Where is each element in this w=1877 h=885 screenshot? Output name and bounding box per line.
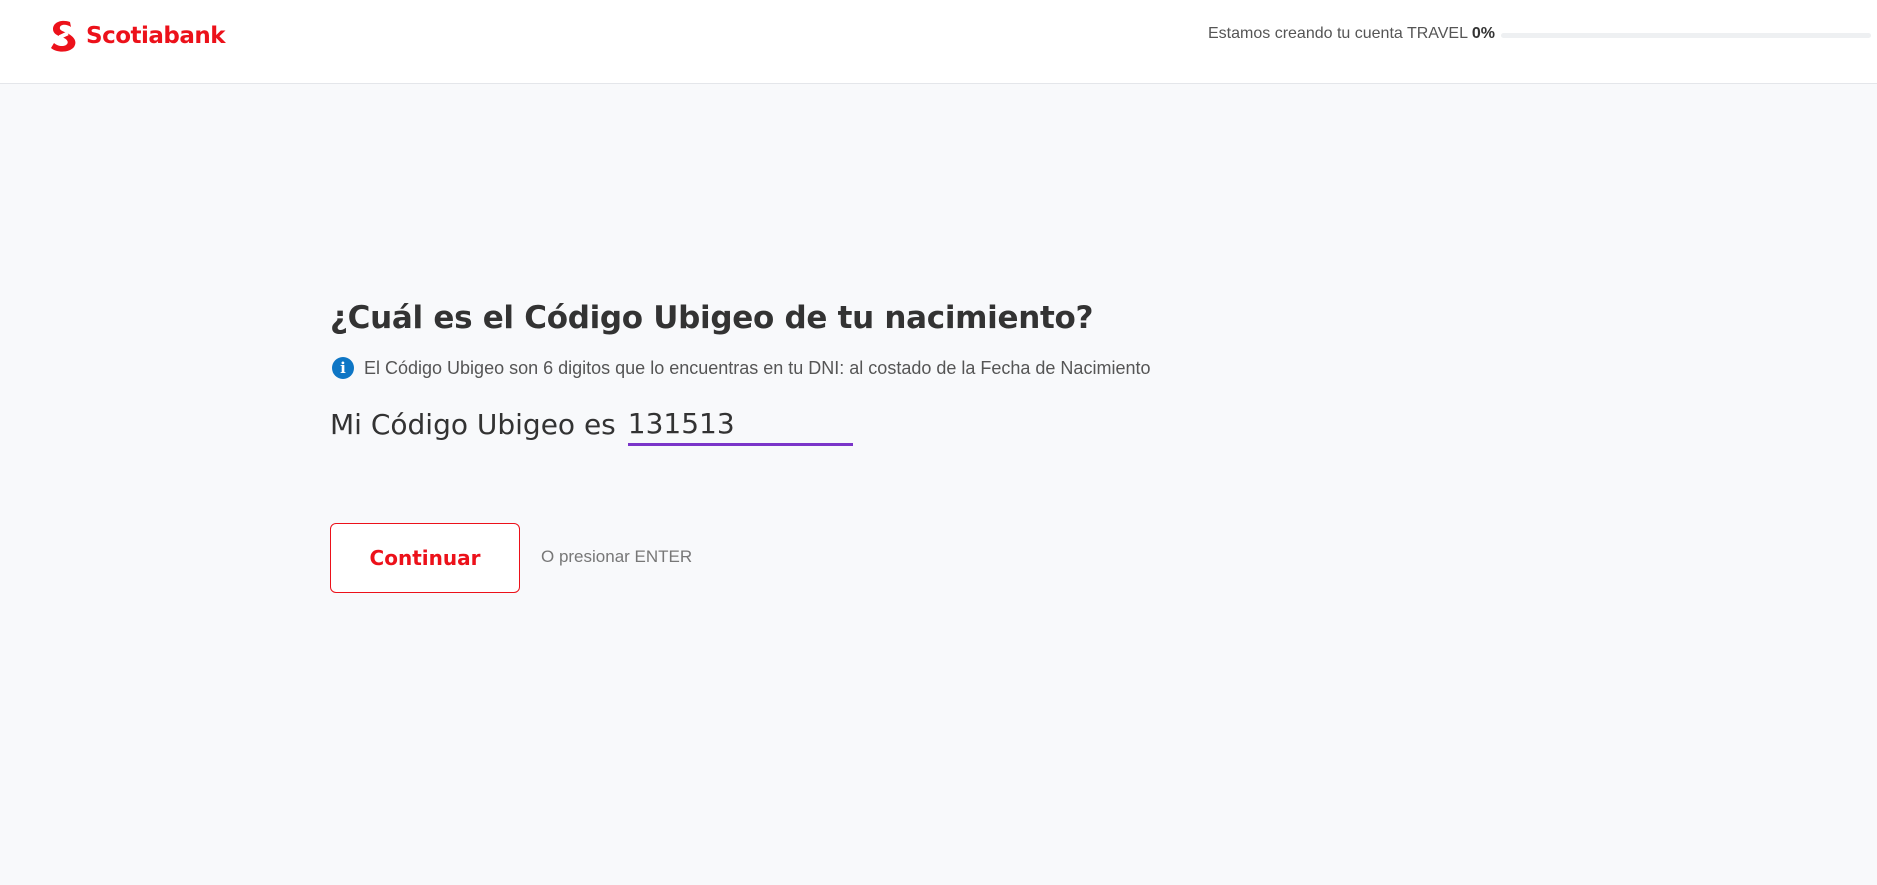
continue-button[interactable]: Continuar (330, 523, 520, 593)
progress-bar (1501, 33, 1871, 38)
page-title: ¿Cuál es el Código Ubigeo de tu nacimien… (330, 300, 1094, 336)
answer-row: Mi Código Ubigeo es (330, 404, 853, 446)
ubigeo-code-input[interactable] (627, 404, 853, 446)
progress-percent: 0% (1471, 25, 1495, 42)
ubigeo-hint: i El Código Ubigeo son 6 digitos que lo … (332, 357, 1150, 379)
hint-text: El Código Ubigeo son 6 digitos que lo en… (364, 357, 1151, 378)
header: Scotiabank Estamos creando tu cuenta TRA… (0, 0, 1877, 84)
scotiabank-s-icon (51, 20, 76, 52)
scotiabank-logo[interactable]: Scotiabank (48, 19, 226, 53)
enter-hint: O presionar ENTER (541, 547, 693, 566)
brand-name: Scotiabank (86, 23, 226, 49)
progress-label-text: Estamos creando tu cuenta TRAVEL (1208, 25, 1468, 42)
answer-prefix: Mi Código Ubigeo es (330, 408, 616, 441)
progress-label: Estamos creando tu cuenta TRAVEL 0% (1208, 25, 1495, 43)
info-icon: i (332, 357, 354, 379)
